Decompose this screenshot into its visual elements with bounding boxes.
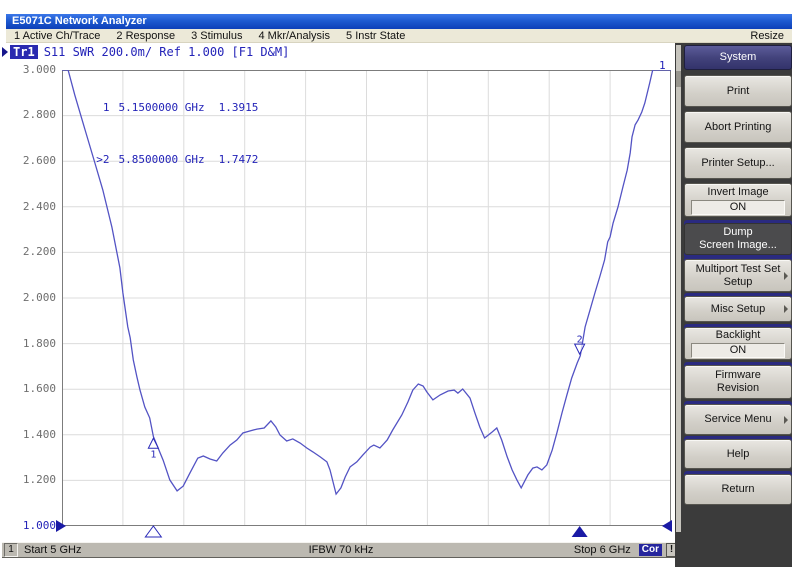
marker-value: 1.7472 <box>219 153 259 166</box>
softkey-column: System Print Abort Printing Printer Setu… <box>684 45 792 505</box>
softkey-help[interactable]: Help <box>684 439 792 469</box>
marker-readout-row: 1 5.1500000 GHz 1.3915 <box>66 92 258 124</box>
menu-item-stimulus[interactable]: 3 Stimulus <box>183 30 250 42</box>
trace-number-label: 1 <box>659 59 666 72</box>
marker-frequency: 5.8500000 GHz <box>119 153 205 166</box>
softkey-misc-setup[interactable]: Misc Setup <box>684 296 792 322</box>
menu-item-mkr-analysis[interactable]: 4 Mkr/Analysis <box>250 30 338 42</box>
window-titlebar[interactable]: E5071C Network Analyzer <box>6 14 792 29</box>
trace-name-badge[interactable]: Tr1 <box>10 45 38 59</box>
softkey-system[interactable]: System <box>684 45 792 70</box>
correction-status-badge: Cor <box>639 544 662 556</box>
softkey-service-menu[interactable]: Service Menu <box>684 404 792 435</box>
marker-value: 1.3915 <box>219 101 259 114</box>
softkey-invert-image[interactable]: Invert Image ON <box>684 183 792 217</box>
svg-text:2: 2 <box>577 335 583 346</box>
softkey-backlight[interactable]: Backlight ON <box>684 327 792 360</box>
window-title: E5071C Network Analyzer <box>12 15 147 27</box>
softkey-abort-printing[interactable]: Abort Printing <box>684 111 792 143</box>
y-axis-label: 1.200 <box>14 473 56 486</box>
y-axis-label: 2.600 <box>14 154 56 167</box>
y-axis-label: 2.800 <box>14 108 56 121</box>
y-axis-label: 1.600 <box>14 382 56 395</box>
sweep-end-arrow-icon <box>662 520 672 532</box>
trace-header: Tr1 S11 SWR 200.0m/ Ref 1.000 [F1 D&M] <box>2 45 289 59</box>
start-frequency-label: Start 5 GHz <box>24 544 81 556</box>
y-axis-label: 1.400 <box>14 428 56 441</box>
invert-image-state: ON <box>691 200 785 215</box>
softkey-scrollbar[interactable] <box>676 45 681 532</box>
y-axis-label: 2.400 <box>14 200 56 213</box>
channel-number-box: 1 <box>4 543 18 557</box>
softkey-scrollbar-thumb[interactable] <box>676 71 681 87</box>
menu-item-response[interactable]: 2 Response <box>108 30 183 42</box>
menu-item-instr-state[interactable]: 5 Instr State <box>338 30 413 42</box>
softkey-return[interactable]: Return <box>684 474 792 505</box>
submenu-arrow-icon <box>784 272 788 280</box>
marker-number: 1 <box>93 103 110 114</box>
y-axis-label: 3.000 <box>14 63 56 76</box>
marker-number: >2 <box>93 155 110 166</box>
y-axis-label: 2.200 <box>14 245 56 258</box>
marker-readout: 1 5.1500000 GHz 1.3915 >2 5.8500000 GHz 1.74… <box>66 71 258 187</box>
ifbw-label: IFBW 70 kHz <box>309 544 374 556</box>
stop-frequency-label: Stop 6 GHz <box>574 544 631 556</box>
menu-item-active-ch-trace[interactable]: 1 Active Ch/Trace <box>6 30 108 42</box>
softkey-multiport-test-set-setup[interactable]: Multiport Test Set Setup <box>684 259 792 292</box>
e5071c-screen: { "window": { "title": "E5071C Network A… <box>0 0 800 567</box>
stimulus-indicator-strip <box>0 518 680 540</box>
menu-bar: 1 Active Ch/Trace 2 Response 3 Stimulus … <box>6 29 792 43</box>
marker-frequency: 5.1500000 GHz <box>119 101 205 114</box>
svg-text:1: 1 <box>150 450 156 461</box>
softkey-print[interactable]: Print <box>684 75 792 107</box>
submenu-arrow-icon <box>784 305 788 313</box>
status-bar: 1 Start 5 GHz IFBW 70 kHz Stop 6 GHz Cor… <box>2 542 680 558</box>
backlight-state: ON <box>691 343 785 358</box>
active-trace-arrow-icon <box>2 47 8 57</box>
softkey-dump-screen-image[interactable]: Dump Screen Image... <box>684 223 792 255</box>
softkey-firmware-revision[interactable]: Firmware Revision <box>684 365 792 399</box>
softkey-printer-setup[interactable]: Printer Setup... <box>684 147 792 179</box>
marker-readout-row: >2 5.8500000 GHz 1.7472 <box>66 145 258 177</box>
submenu-arrow-icon <box>784 416 788 424</box>
menu-item-resize[interactable]: Resize <box>742 30 792 42</box>
y-axis-label: 2.000 <box>14 291 56 304</box>
y-axis-label: 1.800 <box>14 337 56 350</box>
trace-settings-text[interactable]: S11 SWR 200.0m/ Ref 1.000 [F1 D&M] <box>44 45 290 59</box>
